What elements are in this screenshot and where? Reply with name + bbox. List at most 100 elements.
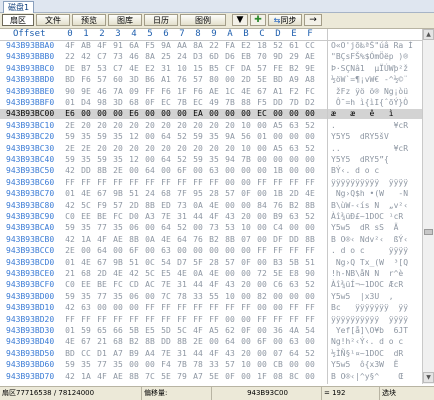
gallery-button[interactable]: 图库 [108,14,142,26]
hex-byte[interactable]: 01 [255,132,269,142]
hex-byte[interactable]: 59 [95,155,109,165]
hex-byte[interactable]: 00 [143,155,157,165]
hex-byte[interactable]: F6 [159,87,173,97]
hex-byte[interactable]: 00 [271,109,285,119]
hex-byte[interactable]: 4F [207,280,221,290]
hex-byte[interactable]: 00 [271,337,285,347]
hex-byte[interactable]: 1B [271,166,285,176]
hex-byte[interactable]: 00 [287,132,301,142]
hex-byte[interactable]: 43 [223,280,237,290]
hex-byte[interactable]: FF [271,315,285,325]
hex-byte[interactable]: 44 [191,212,205,222]
hex-byte[interactable]: 46 [127,52,141,62]
hex-byte[interactable]: 00 [255,189,269,199]
hex-byte[interactable]: 2E [79,144,93,154]
hex-byte[interactable]: 65 [95,326,109,336]
hex-byte[interactable]: 18 [255,41,269,51]
hex-byte[interactable]: 42 [127,269,141,279]
hex-byte[interactable]: 8B [127,372,141,382]
hex-byte[interactable]: FF [303,178,317,188]
hex-byte[interactable]: 64 [223,337,237,347]
hex-byte[interactable]: 00 [239,315,253,325]
hex-byte[interactable]: 00 [255,166,269,176]
hex-byte[interactable]: 20 [95,144,109,154]
hex-byte[interactable]: 53 [95,64,109,74]
hex-byte[interactable]: 42 [79,52,93,62]
hex-byte[interactable]: FF [287,315,301,325]
hex-byte[interactable]: 00 [79,246,93,256]
hex-byte[interactable]: 60 [111,75,125,85]
hex-byte[interactable]: 77 [95,360,109,370]
hex-byte[interactable]: 57 [223,360,237,370]
hex-byte[interactable]: 68 [79,269,93,279]
preview-button[interactable]: 预览 [72,14,106,26]
hex-byte[interactable]: 63 [207,166,221,176]
hex-byte[interactable]: 64 [287,349,301,359]
ascii-text[interactable]: Ng›Q$h •(W -N [331,189,408,199]
hex-byte[interactable]: 59 [191,132,205,142]
hex-row[interactable]: 943B93BBC0 DE B7 53 C7 4E E2 31 10 15 B5 CF DA 57 FE B2… [0,64,422,74]
hex-byte[interactable]: 00 [239,178,253,188]
hex-byte[interactable]: DD [79,166,93,176]
ascii-text[interactable]: Ng!h²‹Ý‹. d o c [331,337,408,347]
hex-byte[interactable]: 00 [239,269,253,279]
hex-byte[interactable]: FF [287,246,301,256]
hex-byte[interactable]: 4E [159,235,173,245]
hex-byte[interactable]: 01 [63,98,77,108]
ascii-text[interactable]: Ô˜=h ì{ìI{ˆõÝ}Ò [331,98,408,108]
hex-byte[interactable]: BE [95,212,109,222]
hex-row[interactable]: 943B93BCA0 59 35 77 35 06 00 64 52 00 73 53 10 00 C4 00… [0,223,422,233]
hex-byte[interactable]: 0A [143,235,157,245]
hex-byte[interactable]: 4E [207,269,221,279]
hex-row[interactable]: 943B93BC60 FF FF FF FF FF FF FF FF FF FF 00 00 FF FF FF… [0,178,422,188]
hex-byte[interactable]: 10 [175,64,189,74]
hex-byte[interactable]: 57 [223,258,237,268]
hex-byte[interactable]: 00 [127,303,141,313]
hex-byte[interactable]: 35 [111,132,125,142]
hex-byte[interactable]: 53 [223,223,237,233]
hex-byte[interactable]: 29 [287,52,301,62]
hex-byte[interactable]: 5C [143,269,157,279]
hex-byte[interactable]: 2D [127,201,141,211]
hex-byte[interactable]: 07 [239,235,253,245]
hex-byte[interactable]: 4F [95,41,109,51]
hex-byte[interactable]: B6 [143,75,157,85]
hex-byte[interactable]: 20 [175,121,189,131]
hex-byte[interactable]: 00 [287,109,301,119]
hex-byte[interactable]: 1F [175,87,189,97]
hex-byte[interactable]: FF [159,315,173,325]
hex-row[interactable]: 943B93BC90 C0 EE BE FC D0 A3 7E 31 44 4F 43 20 00 B9 63… [0,212,422,222]
hex-byte[interactable]: BD [63,75,77,85]
hex-byte[interactable]: 00 [255,212,269,222]
dropdown-arrow-icon[interactable]: ▼ [232,14,248,26]
hex-byte[interactable]: 00 [287,155,301,165]
ascii-text[interactable]: Ng›Q Tx_(W ³[Q [331,258,408,268]
hex-byte[interactable]: 00 [223,246,237,256]
hex-byte[interactable]: 00 [207,337,221,347]
hex-byte[interactable]: 9B [111,258,125,268]
hex-byte[interactable]: 3D [111,98,125,108]
hex-byte[interactable]: 80 [207,75,221,85]
hex-byte[interactable]: B7 [79,64,93,74]
hex-byte[interactable]: 01 [63,258,77,268]
hex-byte[interactable]: 59 [63,132,77,142]
hex-byte[interactable]: 1F [255,372,269,382]
hex-byte[interactable]: 00 [159,109,173,119]
hex-byte[interactable]: 0F [239,258,253,268]
hex-byte[interactable]: 33 [191,292,205,302]
hex-byte[interactable]: 64 [143,166,157,176]
hex-byte[interactable]: FF [207,178,221,188]
hex-byte[interactable]: 31 [159,64,173,74]
hex-byte[interactable]: 59 [63,155,77,165]
hex-row[interactable]: 943B93BCD0 01 4E 67 9B 51 0C 54 D7 5F 28 57 0F 00 B3 5B… [0,258,422,268]
hex-byte[interactable]: 5E [159,372,173,382]
hex-byte[interactable]: DD [271,98,285,108]
hex-byte[interactable]: B3 [271,258,285,268]
hex-byte[interactable]: 77 [95,292,109,302]
hex-byte[interactable]: 00 [191,246,205,256]
hex-byte[interactable]: 8A [143,52,157,62]
hex-byte[interactable]: F6 [79,75,93,85]
hex-byte[interactable]: FF [143,178,157,188]
hex-byte[interactable]: 00 [175,246,189,256]
hex-byte[interactable]: 5B [287,258,301,268]
